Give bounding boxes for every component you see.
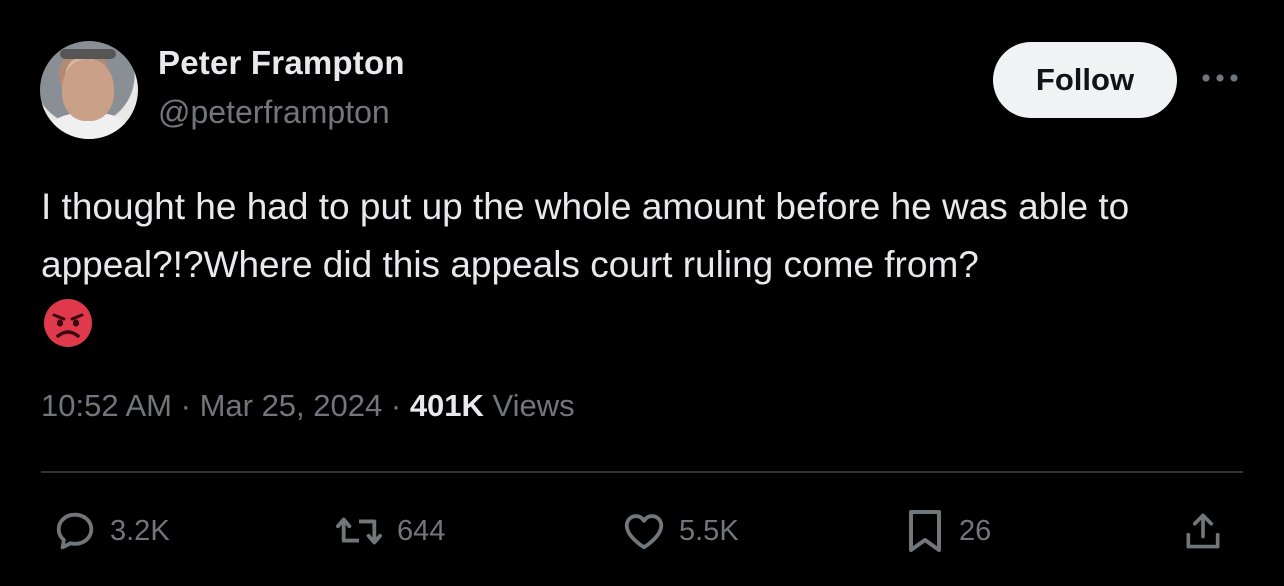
views-label[interactable]: Views bbox=[493, 388, 575, 423]
bookmark-icon bbox=[909, 510, 941, 552]
tweet-date[interactable]: Mar 25, 2024 bbox=[200, 388, 383, 423]
divider bbox=[41, 471, 1243, 473]
meta-separator: · bbox=[390, 388, 402, 423]
repost-icon bbox=[335, 517, 382, 545]
heart-icon bbox=[624, 514, 664, 550]
more-options-button[interactable] bbox=[1196, 58, 1244, 98]
bookmark-count: 26 bbox=[959, 514, 992, 547]
reply-icon bbox=[56, 512, 94, 550]
follow-button[interactable]: Follow bbox=[993, 42, 1177, 118]
author-name[interactable]: Peter Frampton bbox=[158, 44, 405, 82]
tweet-text: I thought he had to put up the whole amo… bbox=[41, 186, 1130, 285]
tweet-time[interactable]: 10:52 AM bbox=[41, 388, 172, 423]
like-count: 5.5K bbox=[679, 514, 739, 547]
author-handle[interactable]: @peterframpton bbox=[158, 94, 390, 131]
repost-count: 644 bbox=[397, 514, 446, 547]
bookmark-button[interactable]: 26 bbox=[903, 507, 991, 555]
tweet-meta: 10:52 AM · Mar 25, 2024 · 401K Views bbox=[41, 388, 575, 424]
views-count[interactable]: 401K bbox=[410, 388, 484, 423]
angry-face-emoji bbox=[44, 299, 92, 347]
like-button[interactable]: 5.5K bbox=[621, 507, 739, 555]
share-button[interactable] bbox=[1181, 507, 1225, 555]
avatar-face bbox=[62, 59, 114, 121]
repost-button[interactable]: 644 bbox=[333, 507, 445, 555]
avatar-glasses bbox=[60, 49, 116, 59]
share-icon bbox=[1186, 513, 1220, 549]
reply-count: 3.2K bbox=[110, 514, 170, 547]
meta-separator: · bbox=[180, 388, 191, 423]
more-horizontal-icon bbox=[1202, 74, 1238, 82]
avatar[interactable] bbox=[40, 41, 138, 139]
reply-button[interactable]: 3.2K bbox=[52, 507, 170, 555]
